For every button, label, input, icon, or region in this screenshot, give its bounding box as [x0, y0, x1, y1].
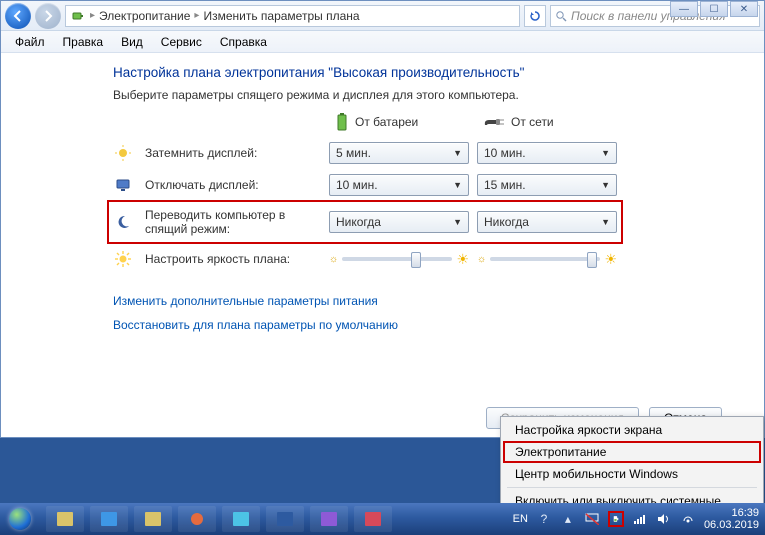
tray-sync-icon[interactable]: [680, 511, 696, 527]
sun-small-icon: ☼: [329, 254, 338, 265]
menu-edit[interactable]: Правка: [55, 33, 112, 51]
battery-icon: [335, 112, 349, 132]
nav-bar: ▸ Электропитание ▸ Изменить параметры пл…: [1, 1, 764, 31]
off-ac-dropdown[interactable]: 15 мин.▼: [477, 174, 617, 196]
breadcrumb-leaf[interactable]: Изменить параметры плана: [203, 9, 359, 23]
bright-label: Настроить яркость плана:: [145, 252, 321, 266]
taskbar: EN ? ▴ 16:39 06.03.2019: [0, 503, 765, 535]
taskbar-app[interactable]: [310, 506, 348, 532]
tray-help-icon[interactable]: ?: [536, 511, 552, 527]
taskbar-app[interactable]: [90, 506, 128, 532]
tray-volume-icon[interactable]: [656, 511, 672, 527]
chevron-down-icon: ▼: [601, 217, 610, 227]
page-instruction: Выберите параметры спящего режима и дисп…: [113, 88, 724, 102]
sleep-row-highlight: Переводить компьютер в спящий режим: Ник…: [107, 200, 623, 244]
menu-separator: [507, 487, 757, 488]
tray-chevron-icon[interactable]: ▴: [560, 511, 576, 527]
forward-button[interactable]: [35, 3, 61, 29]
tray-date: 06.03.2019: [704, 519, 759, 531]
menu-file[interactable]: Файл: [7, 33, 53, 51]
sleep-ac-dropdown[interactable]: Никогда▼: [477, 211, 617, 233]
control-panel-window: — ☐ ✕ ▸ Электропитание ▸ Изменить параме…: [0, 0, 765, 438]
system-tray: EN ? ▴ 16:39 06.03.2019: [513, 507, 765, 531]
taskbar-app[interactable]: [354, 506, 392, 532]
minimize-button[interactable]: —: [670, 1, 698, 17]
tray-power-icon[interactable]: [608, 511, 624, 527]
menu-bar: Файл Правка Вид Сервис Справка: [1, 31, 764, 53]
sleep-battery-dropdown[interactable]: Никогда▼: [329, 211, 469, 233]
chevron-down-icon: ▼: [453, 148, 462, 158]
links-block: Изменить дополнительные параметры питани…: [113, 294, 724, 332]
tray-action-center-icon[interactable]: [584, 511, 600, 527]
plug-icon: [483, 115, 505, 129]
sun-small-icon: ☼: [477, 254, 486, 265]
pinned-apps: [40, 506, 392, 532]
settings-grid: От батареи От сети Затемнить дисплей: 5 …: [113, 112, 724, 270]
power-plan-icon: [70, 8, 86, 24]
menu-power[interactable]: Электропитание: [503, 441, 761, 463]
back-button[interactable]: [5, 3, 31, 29]
tray-time: 16:39: [704, 507, 759, 519]
menu-mobility[interactable]: Центр мобильности Windows: [503, 463, 761, 485]
start-button[interactable]: [0, 503, 40, 535]
menu-help[interactable]: Справка: [212, 33, 275, 51]
sleep-icon: [113, 212, 133, 232]
search-icon: [555, 10, 567, 22]
sun-large-icon: ☀: [604, 251, 617, 268]
chevron-right-icon: ▸: [90, 10, 95, 21]
refresh-button[interactable]: [524, 5, 546, 27]
breadcrumb[interactable]: ▸ Электропитание ▸ Изменить параметры пл…: [65, 5, 520, 27]
restore-link[interactable]: Восстановить для плана параметры по умол…: [113, 318, 724, 332]
col-battery: От батареи: [329, 112, 469, 132]
tray-network-icon[interactable]: [632, 511, 648, 527]
language-indicator[interactable]: EN: [513, 513, 528, 525]
off-label: Отключать дисплей:: [145, 178, 321, 192]
display-off-icon: [113, 175, 133, 195]
windows-orb-icon: [9, 508, 31, 530]
menu-view[interactable]: Вид: [113, 33, 151, 51]
chevron-down-icon: ▼: [601, 180, 610, 190]
close-button[interactable]: ✕: [730, 1, 758, 17]
page-title: Настройка плана электропитания "Высокая …: [113, 65, 724, 80]
taskbar-app[interactable]: [134, 506, 172, 532]
bright-ac-slider[interactable]: ☼ ☀: [477, 248, 617, 270]
col-ac: От сети: [477, 115, 617, 129]
dim-icon: [113, 143, 133, 163]
chevron-down-icon: ▼: [601, 148, 610, 158]
menu-brightness[interactable]: Настройка яркости экрана: [503, 419, 761, 441]
dim-battery-dropdown[interactable]: 5 мин.▼: [329, 142, 469, 164]
taskbar-app[interactable]: [266, 506, 304, 532]
sleep-label: Переводить компьютер в спящий режим:: [145, 208, 321, 236]
maximize-button[interactable]: ☐: [700, 1, 728, 17]
chevron-right-icon: ▸: [194, 10, 199, 21]
tray-clock[interactable]: 16:39 06.03.2019: [704, 507, 759, 531]
dim-label: Затемнить дисплей:: [145, 146, 321, 160]
chevron-down-icon: ▼: [453, 180, 462, 190]
taskbar-app[interactable]: [46, 506, 84, 532]
taskbar-app[interactable]: [178, 506, 216, 532]
sun-large-icon: ☀: [456, 251, 469, 268]
dim-ac-dropdown[interactable]: 10 мин.▼: [477, 142, 617, 164]
breadcrumb-root[interactable]: Электропитание: [99, 9, 190, 23]
bright-battery-slider[interactable]: ☼ ☀: [329, 248, 469, 270]
advanced-link[interactable]: Изменить дополнительные параметры питани…: [113, 294, 724, 308]
window-controls: — ☐ ✕: [670, 1, 758, 17]
menu-service[interactable]: Сервис: [153, 33, 210, 51]
taskbar-app[interactable]: [222, 506, 260, 532]
brightness-icon: [113, 249, 133, 269]
off-battery-dropdown[interactable]: 10 мин.▼: [329, 174, 469, 196]
content-area: Настройка плана электропитания "Высокая …: [1, 53, 764, 437]
chevron-down-icon: ▼: [453, 217, 462, 227]
